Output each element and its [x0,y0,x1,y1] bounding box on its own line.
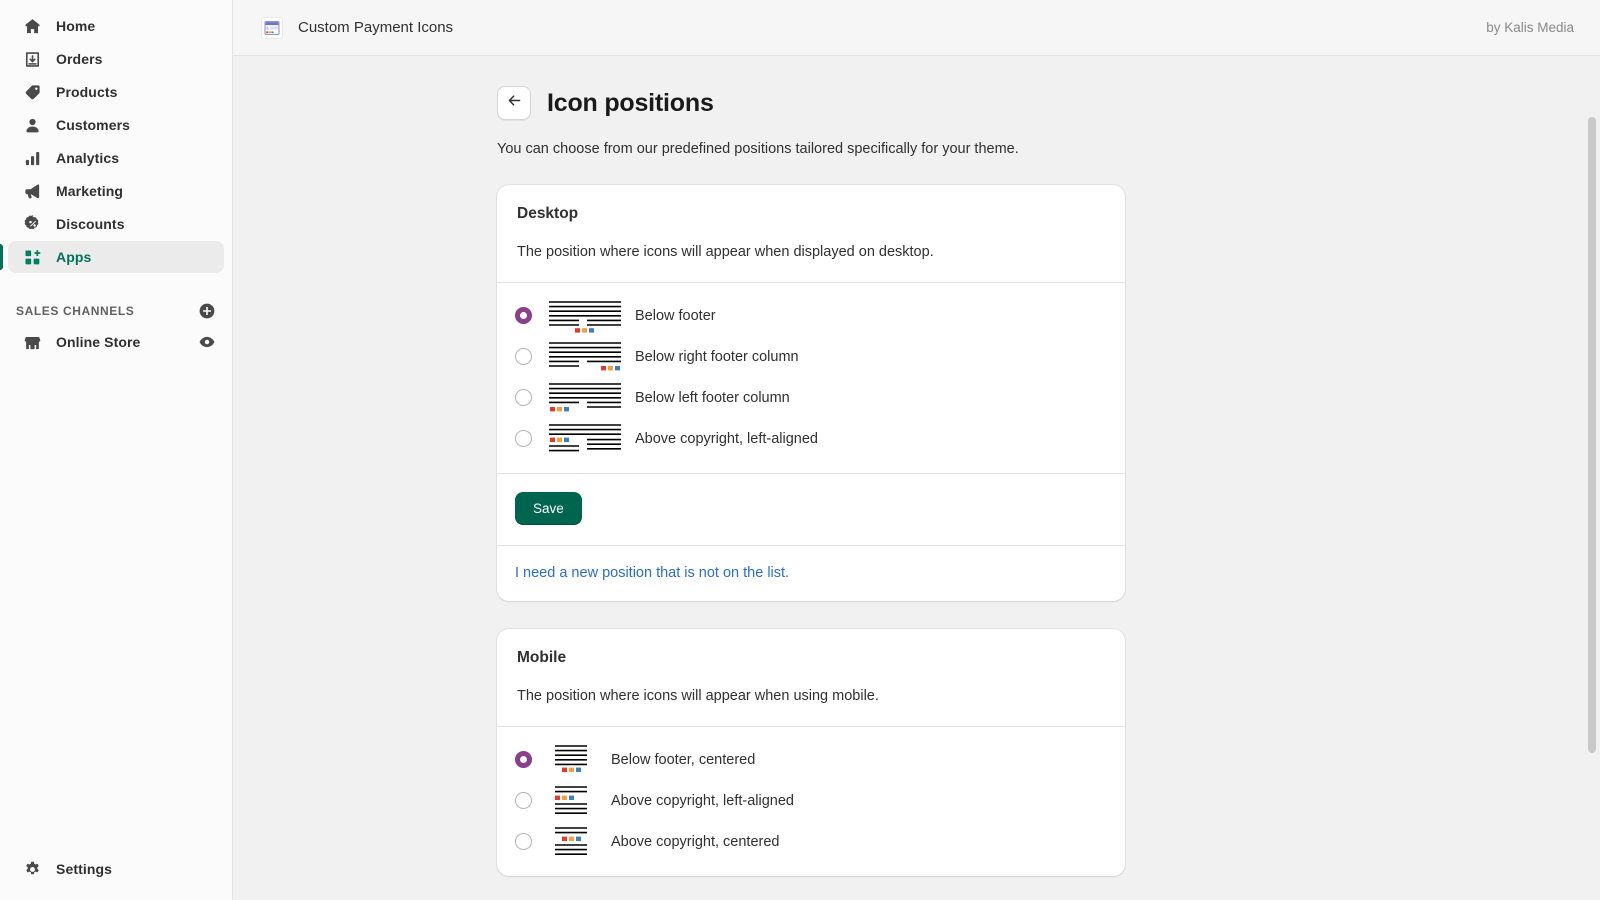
sidebar-item-settings[interactable]: Settings [8,853,224,885]
sidebar-item-discounts[interactable]: Discounts [8,208,224,240]
desktop-option-below-footer[interactable]: Below footer [515,295,1105,336]
radio-above-copyright-left-aligned[interactable] [515,430,532,447]
need-new-position-link[interactable]: I need a new position that is not on the… [515,565,789,581]
add-circle-icon[interactable] [198,302,216,320]
sidebar-item-label: Marketing [56,183,123,199]
desktop-options-list: Below footer [497,283,1125,473]
save-button[interactable]: Save [515,492,582,525]
online-store-label: Online Store [56,334,140,350]
sidebar-item-marketing[interactable]: Marketing [8,175,224,207]
sidebar-item-label: Orders [56,51,103,67]
sidebar-item-analytics[interactable]: Analytics [8,142,224,174]
page-subtitle: You can choose from our predefined posit… [233,141,1600,157]
mobile-option-above-copyright-centered[interactable]: Above copyright, centered [515,821,1105,862]
apps-grid-plus-icon [22,247,42,267]
products-tag-icon [22,82,42,102]
option-label: Above copyright, left-aligned [611,793,794,809]
mobile-card: Mobile The position where icons will app… [497,629,1125,876]
desktop-card-description: The position where icons will appear whe… [517,244,1105,260]
radio-mobile-below-footer-centered[interactable] [515,751,532,768]
sidebar-item-label: Discounts [56,216,125,232]
option-label: Below footer [635,308,716,324]
content-scroll-region[interactable]: Icon positions You can choose from our p… [233,56,1600,900]
radio-mobile-above-copyright-left-aligned[interactable] [515,792,532,809]
app-root: Home Orders Products [0,0,1600,900]
arrow-left-icon [506,92,523,114]
mobile-option-above-copyright-left-aligned[interactable]: Above copyright, left-aligned [515,780,1105,821]
desktop-option-below-right-footer-column[interactable]: Below right footer column [515,336,1105,377]
desktop-card: Desktop The position where icons will ap… [497,185,1125,601]
mobile-card-title: Mobile [517,649,1105,667]
sidebar-bottom: Settings [0,853,232,900]
option-label: Above copyright, centered [611,834,779,850]
sidebar-item-customers[interactable]: Customers [8,109,224,141]
option-label: Above copyright, left-aligned [635,431,818,447]
mobile-options-list: Below footer, centered [497,727,1125,876]
topbar-left: Custom Payment Icons [261,17,453,39]
sidebar-item-label: Home [56,18,95,34]
option-label: Below right footer column [635,349,799,365]
sidebar-item-label: Customers [56,117,130,133]
marketing-megaphone-icon [22,181,42,201]
desktop-card-actions: Save [497,474,1125,545]
desktop-option-below-left-footer-column[interactable]: Below left footer column [515,377,1105,418]
desktop-card-title: Desktop [517,205,1105,223]
sidebar-item-home[interactable]: Home [8,10,224,42]
home-icon [22,16,42,36]
discounts-badge-icon [22,214,42,234]
app-title: Custom Payment Icons [298,19,453,36]
page-title: Icon positions [547,89,714,118]
content-inner: Icon positions You can choose from our p… [233,56,1600,876]
settings-label: Settings [56,861,112,877]
sidebar-item-products[interactable]: Products [8,76,224,108]
sidebar-spacer [0,358,232,853]
custom-payment-icons-app-icon [261,17,283,39]
radio-below-footer[interactable] [515,307,532,324]
sidebar-item-online-store[interactable]: Online Store [8,326,224,358]
desktop-option-above-copyright-left-aligned[interactable]: Above copyright, left-aligned [515,418,1105,459]
sidebar-item-orders[interactable]: Orders [8,43,224,75]
sales-channels-section-header: SALES CHANNELS [0,296,232,326]
desktop-card-footer: I need a new position that is not on the… [497,546,1125,601]
storefront-icon [22,332,42,352]
sidebar-item-apps[interactable]: Apps [8,241,224,273]
mobile-option-below-footer-centered[interactable]: Below footer, centered [515,739,1105,780]
sidebar: Home Orders Products [0,0,233,900]
option-label: Below footer, centered [611,752,755,768]
page-header: Icon positions [233,86,1600,120]
preview-below-right-footer-column [549,340,621,374]
sidebar-item-label: Products [56,84,117,100]
orders-icon [22,49,42,69]
preview-mobile-above-copyright-centered [555,825,587,859]
preview-above-copyright-left [549,422,621,456]
preview-mobile-above-copyright-left [555,784,587,818]
option-label: Below left footer column [635,390,790,406]
gear-icon [22,859,42,879]
sidebar-nav: Home Orders Products [0,10,232,274]
radio-mobile-above-copyright-centered[interactable] [515,833,532,850]
main-area: Custom Payment Icons by Kalis Media Icon… [233,0,1600,900]
app-topbar: Custom Payment Icons by Kalis Media [233,0,1600,56]
preview-below-footer [549,299,621,333]
customers-person-icon [22,115,42,135]
preview-mobile-below-footer-centered [555,743,587,777]
back-button[interactable] [497,86,531,120]
desktop-card-header: Desktop The position where icons will ap… [497,185,1125,282]
analytics-bars-icon [22,148,42,168]
sales-channels-title: SALES CHANNELS [16,304,134,318]
mobile-card-description: The position where icons will appear whe… [517,688,1105,704]
app-author: by Kalis Media [1486,20,1574,35]
sidebar-item-label: Analytics [56,150,119,166]
radio-below-left-footer-column[interactable] [515,389,532,406]
mobile-card-header: Mobile The position where icons will app… [497,629,1125,726]
eye-icon[interactable] [198,333,216,351]
sidebar-item-label: Apps [56,249,91,265]
preview-below-left-footer-column [549,381,621,415]
radio-below-right-footer-column[interactable] [515,348,532,365]
